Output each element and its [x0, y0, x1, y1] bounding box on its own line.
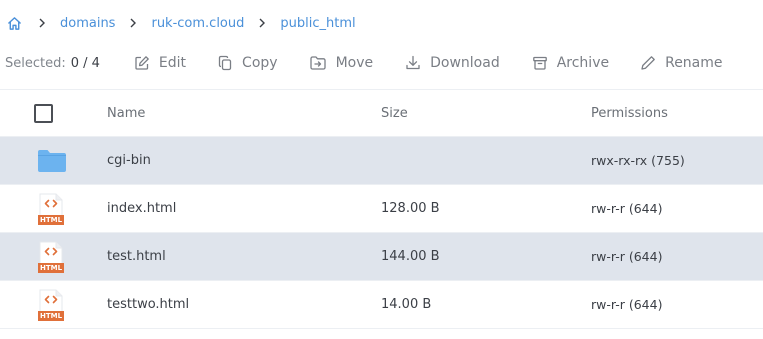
- table-row[interactable]: cgi-bin rwx-rx-rx (755): [0, 137, 763, 185]
- move-button[interactable]: Move: [309, 55, 374, 71]
- breadcrumb: domains ruk-com.cloud public_html: [6, 12, 366, 34]
- column-header-size[interactable]: Size: [381, 106, 408, 121]
- home-icon[interactable]: [6, 15, 22, 31]
- archive-label: Archive: [556, 55, 610, 71]
- pencil-square-icon: [135, 56, 149, 70]
- select-all-checkbox[interactable]: [34, 103, 53, 123]
- edit-label: Edit: [158, 55, 187, 71]
- file-size: 14.00 B: [381, 297, 432, 312]
- breadcrumb-public-html[interactable]: public_html: [280, 16, 355, 31]
- chevron-right-icon: [125, 15, 141, 31]
- file-name: index.html: [107, 201, 177, 216]
- select-all-cell: [34, 90, 68, 136]
- copy-button[interactable]: Copy: [217, 55, 278, 71]
- copy-label: Copy: [242, 55, 278, 71]
- table-row[interactable]: HTML test.html 144.00 B rw-r-r (644): [0, 233, 763, 281]
- file-name: test.html: [107, 249, 166, 264]
- breadcrumb-domains[interactable]: domains: [60, 16, 115, 31]
- archive-button[interactable]: Archive: [532, 55, 609, 71]
- archive-box-icon: [532, 56, 547, 70]
- html-badge: HTML: [38, 310, 64, 321]
- table-header: Name Size Permissions: [0, 89, 763, 137]
- copy-icon: [218, 55, 232, 71]
- column-header-permissions[interactable]: Permissions: [591, 106, 668, 121]
- file-manager: domains ruk-com.cloud public_html Select…: [0, 0, 763, 339]
- chevron-right-icon: [34, 15, 50, 31]
- rename-button[interactable]: Rename: [640, 55, 723, 71]
- file-size: 128.00 B: [381, 201, 440, 216]
- download-label: Download: [430, 55, 500, 71]
- download-icon: [406, 55, 420, 70]
- file-permissions: rwx-rx-rx (755): [591, 153, 685, 168]
- selected-label: Selected:: [5, 55, 66, 71]
- folder-icon: [38, 149, 66, 172]
- move-label: Move: [335, 55, 374, 71]
- table-row[interactable]: HTML testtwo.html 14.00 B rw-r-r (644): [0, 281, 763, 329]
- file-permissions: rw-r-r (644): [591, 201, 663, 216]
- column-header-name[interactable]: Name: [107, 106, 145, 121]
- file-icon-cell: HTML: [34, 281, 68, 328]
- file-table: Name Size Permissions cgi-bin rwx-rx-rx …: [0, 89, 763, 329]
- file-icon-cell: HTML: [34, 233, 68, 280]
- file-permissions: rw-r-r (644): [591, 249, 663, 264]
- file-size: 144.00 B: [381, 249, 440, 264]
- file-icon-cell: HTML: [34, 185, 68, 232]
- selected-count: 0 / 4: [70, 55, 100, 71]
- html-file-icon: HTML: [38, 193, 64, 225]
- html-badge: HTML: [38, 214, 64, 225]
- file-icon-cell: [34, 137, 68, 184]
- edit-button[interactable]: Edit: [134, 55, 186, 71]
- html-badge: HTML: [38, 262, 64, 273]
- html-file-icon: HTML: [38, 241, 64, 273]
- html-file-icon: HTML: [38, 289, 64, 321]
- rename-label: Rename: [665, 55, 723, 71]
- file-name: testtwo.html: [107, 297, 190, 312]
- move-icon: [309, 56, 326, 70]
- toolbar: Selected: 0 / 4 Edit Copy Move Download …: [5, 50, 763, 76]
- file-name: cgi-bin: [107, 153, 151, 168]
- selection-counter: Selected: 0 / 4: [5, 56, 100, 71]
- table-row[interactable]: HTML index.html 128.00 B rw-r-r (644): [0, 185, 763, 233]
- file-permissions: rw-r-r (644): [591, 297, 663, 312]
- pencil-icon: [641, 56, 655, 70]
- download-button[interactable]: Download: [405, 55, 500, 71]
- chevron-right-icon: [254, 15, 270, 31]
- breadcrumb-ruk-com-cloud[interactable]: ruk-com.cloud: [151, 16, 244, 31]
